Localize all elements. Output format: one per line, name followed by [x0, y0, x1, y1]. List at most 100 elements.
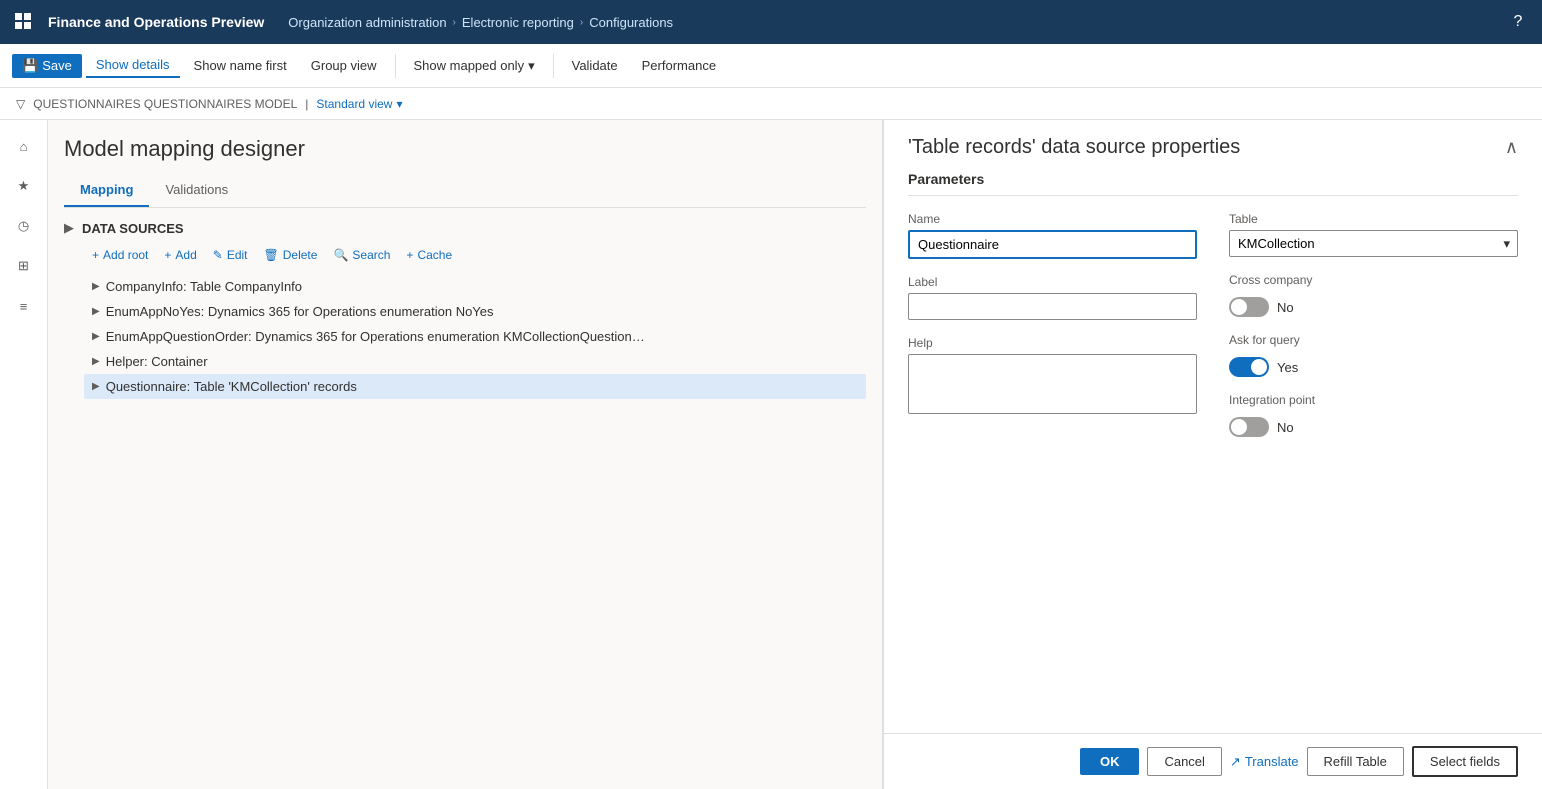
expand-icon: ▶ [92, 281, 100, 292]
ds-item-companyinfo[interactable]: ▶ CompanyInfo: Table CompanyInfo [84, 274, 866, 299]
nav-breadcrumb: Organization administration › Electronic… [288, 15, 673, 30]
performance-button[interactable]: Performance [632, 54, 726, 77]
expand-icon: ▶ [92, 331, 100, 342]
table-select[interactable]: KMCollection CompanyInfo KMCollectionQue… [1229, 230, 1518, 257]
page-title: Model mapping designer [64, 136, 866, 162]
show-mapped-only-dropdown[interactable]: Show mapped only ▾ [404, 54, 545, 78]
edit-button[interactable]: ✎ Edit [205, 244, 256, 266]
nav-workspaces[interactable]: ⊞ [6, 248, 42, 284]
ask-for-query-toggle-text: Yes [1277, 360, 1298, 375]
nav-recent[interactable]: ◷ [6, 208, 42, 244]
right-panel: 'Table records' data source properties ∧… [882, 120, 1542, 789]
name-field-group: Name [908, 212, 1197, 259]
group-view-button[interactable]: Group view [301, 54, 387, 77]
ds-item-enumappquestionorder[interactable]: ▶ EnumAppQuestionOrder: Dynamics 365 for… [84, 324, 866, 349]
integration-point-toggle-row: No [1229, 417, 1518, 437]
ds-expand-icon[interactable]: ▶ [64, 220, 74, 236]
ds-item-enumappnoyes[interactable]: ▶ EnumAppNoYes: Dynamics 365 for Operati… [84, 299, 866, 324]
toolbar-separator [395, 54, 396, 78]
add-root-icon: + [92, 248, 99, 262]
params-grid: Name Label Help [908, 212, 1518, 437]
left-panel: Model mapping designer Mapping Validatio… [48, 120, 882, 789]
translate-icon: ↗ [1230, 754, 1241, 770]
right-panel-header: 'Table records' data source properties ∧ [884, 120, 1542, 159]
cross-company-group: Cross company No [1229, 273, 1518, 317]
ds-item-helper[interactable]: ▶ Helper: Container [84, 349, 866, 374]
label-input[interactable] [908, 293, 1197, 320]
help-label: Help [908, 336, 1197, 350]
show-details-button[interactable]: Show details [86, 53, 180, 78]
table-field-group: Table KMCollection CompanyInfo KMCollect… [1229, 212, 1518, 257]
toolbar-separator-2 [553, 54, 554, 78]
validate-button[interactable]: Validate [562, 54, 628, 77]
integration-point-toggle[interactable] [1229, 417, 1269, 437]
name-input[interactable] [908, 230, 1197, 259]
nav-modules[interactable]: ≡ [6, 288, 42, 324]
show-name-first-button[interactable]: Show name first [184, 54, 297, 77]
view-dropdown-icon: ▾ [396, 97, 402, 111]
left-sidebar-nav: ⌂ ★ ◷ ⊞ ≡ [0, 120, 48, 789]
integration-point-toggle-text: No [1277, 420, 1294, 435]
filter-icon: ▽ [16, 97, 25, 111]
section-parameters: Parameters [908, 159, 1518, 196]
tab-mapping[interactable]: Mapping [64, 174, 149, 207]
chevron-down-icon: ▾ [528, 58, 535, 74]
main-layout: ⌂ ★ ◷ ⊞ ≡ Model mapping designer Mapping… [0, 120, 1542, 789]
params-left-col: Name Label Help [908, 212, 1197, 437]
cache-button[interactable]: + Cache [398, 244, 460, 266]
label-field-group: Label [908, 275, 1197, 320]
app-title: Finance and Operations Preview [48, 14, 264, 30]
table-select-wrapper: KMCollection CompanyInfo KMCollectionQue… [1229, 230, 1518, 257]
add-icon: + [164, 248, 171, 262]
save-button[interactable]: 💾 Save [12, 54, 82, 78]
delete-button[interactable]: 🗑 Delete [256, 244, 326, 266]
datasources-title: DATA SOURCES [82, 221, 184, 236]
translate-button[interactable]: ↗ Translate [1230, 754, 1299, 770]
top-nav: Finance and Operations Preview Organizat… [0, 0, 1542, 44]
table-label: Table [1229, 212, 1518, 226]
close-icon[interactable]: ∧ [1505, 137, 1518, 158]
ds-item-questionnaire[interactable]: ▶ Questionnaire: Table 'KMCollection' re… [84, 374, 866, 399]
nav-home[interactable]: ⌂ [6, 128, 42, 164]
ask-for-query-label: Ask for query [1229, 333, 1518, 347]
breadcrumb-row: ▽ QUESTIONNAIRES QUESTIONNAIRES MODEL | … [0, 88, 1542, 120]
tab-validations[interactable]: Validations [149, 174, 244, 207]
chevron-icon: › [453, 17, 456, 28]
cross-company-toggle-text: No [1277, 300, 1294, 315]
select-fields-button[interactable]: Select fields [1412, 746, 1518, 777]
cache-icon: + [406, 248, 413, 262]
add-button[interactable]: + Add [156, 244, 204, 266]
right-panel-title: 'Table records' data source properties [908, 136, 1240, 159]
breadcrumb-electronic-reporting[interactable]: Electronic reporting [462, 15, 574, 30]
content-area: Model mapping designer Mapping Validatio… [48, 120, 1542, 789]
ask-for-query-group: Ask for query Yes [1229, 333, 1518, 377]
integration-point-group: Integration point No [1229, 393, 1518, 437]
expand-icon: ▶ [92, 306, 100, 317]
view-dropdown[interactable]: Standard view ▾ [316, 97, 402, 111]
help-button[interactable]: ? [1502, 6, 1534, 38]
save-icon: 💾 [22, 58, 38, 74]
label-label: Label [908, 275, 1197, 289]
cross-company-toggle[interactable] [1229, 297, 1269, 317]
right-panel-body: Parameters Name Label [884, 159, 1542, 733]
breadcrumb-configurations[interactable]: Configurations [589, 15, 673, 30]
search-icon: 🔍 [333, 248, 348, 262]
help-textarea[interactable] [908, 354, 1197, 414]
add-root-button[interactable]: + Add root [84, 244, 156, 266]
expand-icon: ▶ [92, 381, 100, 392]
search-button[interactable]: 🔍 Search [325, 244, 398, 266]
ok-button[interactable]: OK [1080, 748, 1140, 775]
cancel-button[interactable]: Cancel [1147, 747, 1221, 776]
nav-favorites[interactable]: ★ [6, 168, 42, 204]
ask-for-query-toggle[interactable] [1229, 357, 1269, 377]
app-grid-button[interactable] [8, 6, 40, 38]
refill-table-button[interactable]: Refill Table [1307, 747, 1404, 776]
breadcrumb-separator: | [305, 97, 308, 111]
ds-actions: + Add root + Add ✎ Edit 🗑 Delete 🔍 S [84, 244, 866, 266]
edit-icon: ✎ [213, 248, 223, 262]
cross-company-label: Cross company [1229, 273, 1518, 287]
ds-items-list: ▶ CompanyInfo: Table CompanyInfo ▶ EnumA… [84, 274, 866, 399]
expand-icon: ▶ [92, 356, 100, 367]
model-label: QUESTIONNAIRES QUESTIONNAIRES MODEL [33, 97, 297, 111]
breadcrumb-org-admin[interactable]: Organization administration [288, 15, 446, 30]
